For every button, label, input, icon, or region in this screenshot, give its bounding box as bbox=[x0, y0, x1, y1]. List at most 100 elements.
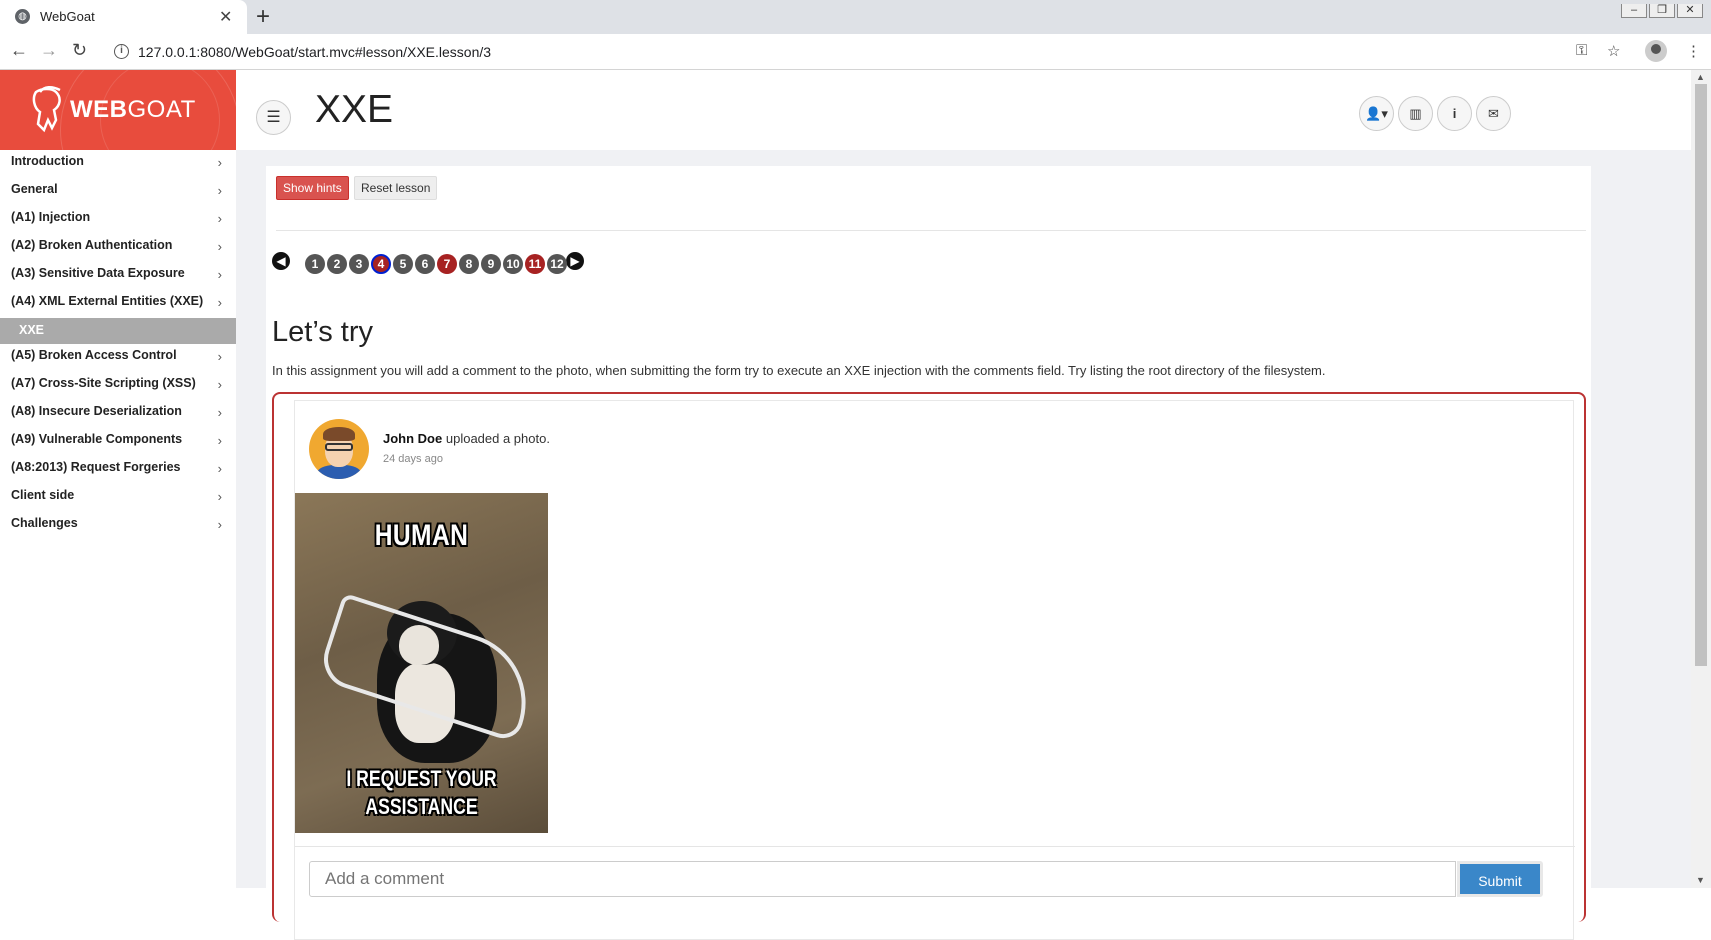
browser-toolbar: ← → ↻ i 127.0.0.1:8080/WebGoat/start.mvc… bbox=[0, 34, 1711, 70]
main-content: ☰ XXE 👤▾ ▥ i ✉ Show hints Reset lesson ◀… bbox=[236, 70, 1691, 940]
address-bar[interactable]: i 127.0.0.1:8080/WebGoat/start.mvc#lesso… bbox=[104, 37, 1634, 67]
restore-icon[interactable]: ❐ bbox=[1649, 4, 1675, 18]
assignment-box: John Doe uploaded a photo. 24 days ago H… bbox=[272, 392, 1586, 940]
sidebar-item[interactable]: (A1) Injection › bbox=[0, 206, 236, 234]
sidebar-item[interactable]: XXE bbox=[0, 318, 236, 344]
meme-top-text: HUMAN bbox=[374, 519, 469, 552]
reset-lesson-button[interactable]: Reset lesson bbox=[354, 176, 438, 200]
tab-close-icon[interactable]: ✕ bbox=[219, 7, 232, 27]
chevron-right-icon: › bbox=[217, 211, 222, 226]
sidebar-item[interactable]: (A8:2013) Request Forgeries › bbox=[0, 456, 236, 484]
page-number-button[interactable]: 12 bbox=[547, 254, 567, 274]
sidebar-item[interactable]: (A3) Sensitive Data Exposure › bbox=[0, 262, 236, 290]
post-time: 24 days ago bbox=[383, 453, 443, 465]
main-header: ☰ XXE 👤▾ ▥ i ✉ bbox=[236, 70, 1691, 150]
sidebar-item[interactable]: Introduction › bbox=[0, 150, 236, 178]
show-hints-button[interactable]: Show hints bbox=[276, 176, 349, 200]
bookmark-star-icon[interactable]: ☆ bbox=[1607, 42, 1620, 60]
scroll-up-icon[interactable]: ▲ bbox=[1696, 72, 1705, 82]
lesson-panel: Show hints Reset lesson ◀ ▶ 1 2 3 4 5 6 7 8 9 10 1… bbox=[266, 166, 1591, 940]
page-number-button[interactable]: 5 bbox=[393, 254, 413, 274]
forward-icon[interactable]: → bbox=[40, 40, 58, 61]
sidebar-item-label: (A4) XML External Entities (XXE) bbox=[11, 294, 204, 308]
contact-envelope-icon[interactable]: ✉ bbox=[1476, 96, 1511, 131]
sidebar-item[interactable]: (A9) Vulnerable Components › bbox=[0, 428, 236, 456]
browser-tabstrip: ◍ WebGoat ✕ + – ❐ ✕ bbox=[0, 0, 1711, 34]
comment-input[interactable] bbox=[309, 861, 1456, 897]
new-tab-icon[interactable]: + bbox=[256, 3, 270, 31]
page-title: XXE bbox=[315, 88, 394, 131]
tab-title: WebGoat bbox=[40, 9, 95, 24]
page-number-button[interactable]: 4 bbox=[371, 254, 391, 274]
sidebar-item-label: (A1) Injection bbox=[11, 210, 91, 224]
sidebar-item[interactable]: (A5) Broken Access Control › bbox=[0, 344, 236, 372]
page-number-button[interactable]: 9 bbox=[481, 254, 501, 274]
lesson-pagination: ◀ ▶ 1 2 3 4 5 6 7 8 9 10 11 12 bbox=[272, 252, 872, 276]
browser-tab[interactable]: ◍ WebGoat ✕ bbox=[0, 0, 247, 34]
sidebar-item-label: (A3) Sensitive Data Exposure bbox=[11, 266, 185, 280]
page-number-button[interactable]: 1 bbox=[305, 254, 325, 274]
brand-name: WEBGOAT bbox=[70, 96, 196, 123]
sidebar-item-label: (A7) Cross-Site Scripting (XSS) bbox=[11, 376, 196, 390]
sidebar-item[interactable]: (A8) Insecure Deserialization › bbox=[0, 400, 236, 428]
chevron-right-icon: › bbox=[217, 155, 222, 170]
next-page-arrow-icon[interactable]: ▶ bbox=[566, 252, 584, 270]
webgoat-logo[interactable]: WEBGOAT bbox=[0, 70, 236, 150]
sidebar-item-label: Client side bbox=[11, 488, 75, 502]
divider bbox=[276, 230, 1586, 231]
reload-icon[interactable]: ↻ bbox=[72, 40, 87, 61]
user-menu-icon[interactable]: 👤▾ bbox=[1359, 96, 1394, 131]
chevron-right-icon: › bbox=[217, 489, 222, 504]
minimize-icon[interactable]: – bbox=[1621, 4, 1647, 18]
section-heading: Let’s try bbox=[272, 316, 374, 348]
chevron-right-icon: › bbox=[217, 517, 222, 532]
back-icon[interactable]: ← bbox=[10, 40, 28, 61]
page-scrollbar[interactable]: ▲ ▼ bbox=[1691, 70, 1711, 888]
sidebar-item-label: (A9) Vulnerable Components bbox=[11, 432, 183, 446]
menu-kebab-icon[interactable]: ⋮ bbox=[1686, 42, 1701, 60]
page-number-button[interactable]: 8 bbox=[459, 254, 479, 274]
profile-icon[interactable] bbox=[1645, 40, 1667, 62]
url-text[interactable]: 127.0.0.1:8080/WebGoat/start.mvc#lesson/… bbox=[138, 44, 491, 60]
page-number-button[interactable]: 2 bbox=[327, 254, 347, 274]
sidebar-item-label: Introduction bbox=[11, 154, 84, 168]
sidebar-item-label: General bbox=[11, 182, 58, 196]
author-name[interactable]: John Doe bbox=[383, 431, 442, 446]
chevron-right-icon: › bbox=[217, 433, 222, 448]
photo-post: John Doe uploaded a photo. 24 days ago H… bbox=[294, 400, 1575, 940]
chevron-right-icon: › bbox=[217, 349, 222, 364]
post-header: John Doe uploaded a photo. bbox=[383, 431, 550, 446]
window-close-icon[interactable]: ✕ bbox=[1677, 4, 1703, 18]
chevron-right-icon: › bbox=[217, 183, 222, 198]
scroll-down-icon[interactable]: ▼ bbox=[1696, 875, 1705, 885]
sidebar-item[interactable]: General › bbox=[0, 178, 236, 206]
report-card-icon[interactable]: ▥ bbox=[1398, 96, 1433, 131]
avatar bbox=[309, 419, 369, 479]
chevron-right-icon: › bbox=[217, 239, 222, 254]
submit-button[interactable]: Submit bbox=[1457, 861, 1543, 897]
page-number-button[interactable]: 3 bbox=[349, 254, 369, 274]
scroll-thumb[interactable] bbox=[1695, 84, 1707, 666]
key-icon[interactable]: ⚿ bbox=[1576, 42, 1587, 59]
assignment-description: In this assignment you will add a commen… bbox=[272, 363, 1326, 378]
previous-page-arrow-icon[interactable]: ◀ bbox=[272, 252, 290, 270]
hamburger-menu-icon[interactable]: ☰ bbox=[256, 100, 291, 135]
page-number-button[interactable]: 6 bbox=[415, 254, 435, 274]
page-number-button[interactable]: 10 bbox=[503, 254, 523, 274]
chevron-right-icon: › bbox=[217, 405, 222, 420]
cat-meme-photo: HUMAN I REQUEST YOUR ASSISTANCE bbox=[295, 493, 548, 833]
sidebar-item[interactable]: (A7) Cross-Site Scripting (XSS) › bbox=[0, 372, 236, 400]
sidebar-item[interactable]: Client side › bbox=[0, 484, 236, 512]
site-info-icon[interactable]: i bbox=[114, 44, 129, 59]
sidebar-item[interactable]: (A2) Broken Authentication › bbox=[0, 234, 236, 262]
sidebar-item[interactable]: (A4) XML External Entities (XXE) › bbox=[0, 290, 236, 318]
sidebar-item-label: Challenges bbox=[11, 516, 78, 530]
sidebar-item-label: (A8) Insecure Deserialization bbox=[11, 404, 182, 418]
page-number-button[interactable]: 7 bbox=[437, 254, 457, 274]
lesson-menu: Introduction › General › (A1) Injection › (A2)… bbox=[0, 150, 236, 540]
about-info-icon[interactable]: i bbox=[1437, 96, 1472, 131]
sidebar-item-label: (A2) Broken Authentication bbox=[11, 238, 173, 252]
page-number-button[interactable]: 11 bbox=[525, 254, 545, 274]
sidebar-item[interactable]: Challenges › bbox=[0, 512, 236, 540]
meme-bottom-text: I REQUEST YOUR ASSISTANCE bbox=[346, 766, 497, 819]
